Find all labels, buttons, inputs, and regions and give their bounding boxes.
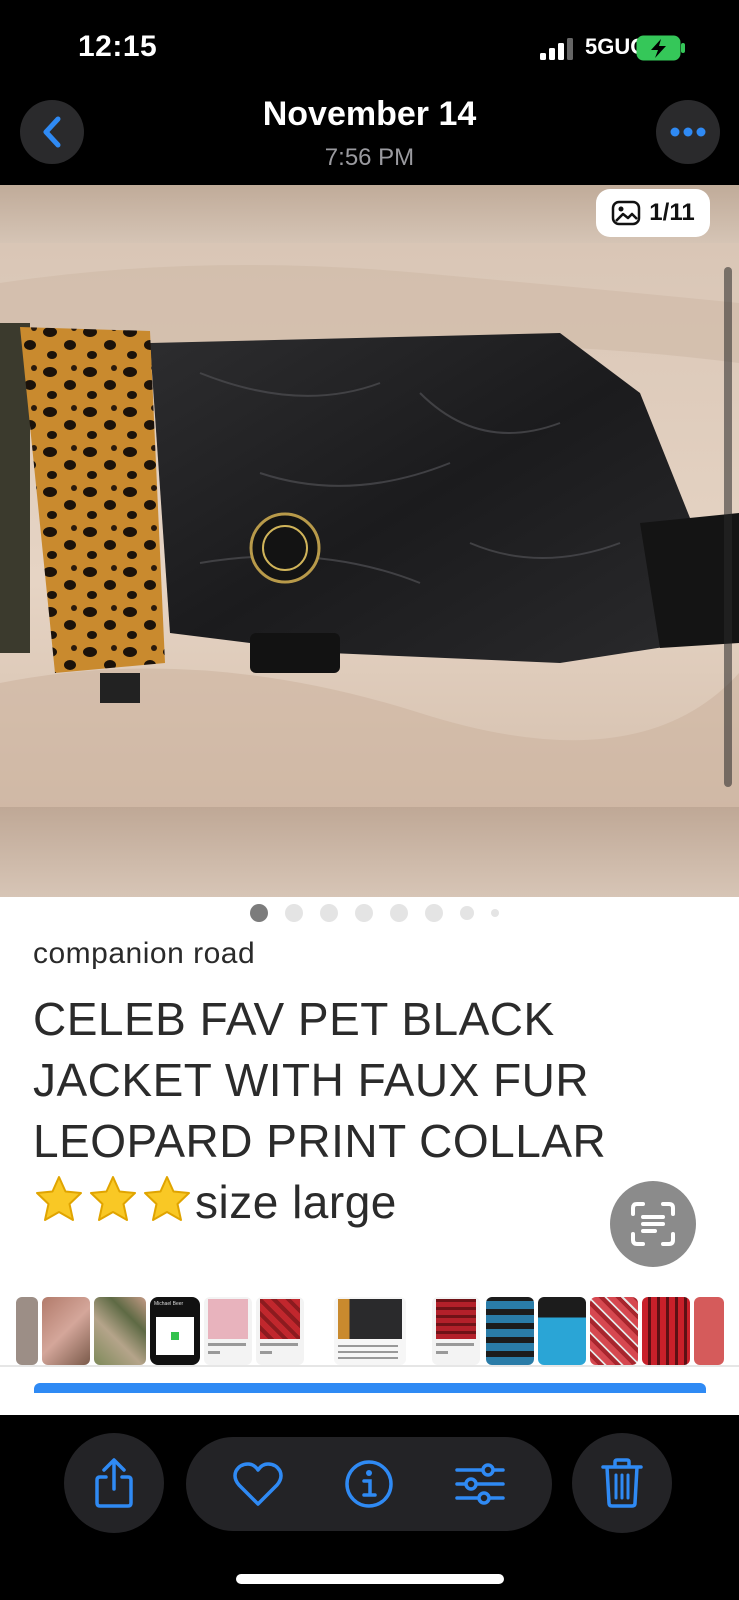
- listing-size: size large: [195, 1176, 397, 1228]
- thumbnail[interactable]: [256, 1297, 304, 1365]
- battery-charging-icon: [636, 35, 685, 61]
- listing-brand: companion road: [33, 937, 256, 970]
- carousel-dot[interactable]: [250, 904, 268, 922]
- adjustments-icon[interactable]: [454, 1462, 506, 1506]
- product-photo: [0, 243, 739, 807]
- photo-counter-badge: 1/11: [596, 189, 710, 237]
- status-time: 12:15: [78, 30, 158, 63]
- action-button-edge[interactable]: [34, 1383, 706, 1393]
- photo-stack-icon: [612, 200, 641, 226]
- user-card-name: Michael Beer: [154, 1301, 184, 1307]
- listing-photo-carousel[interactable]: 1/11: [0, 185, 739, 897]
- thumbnail[interactable]: [486, 1297, 534, 1365]
- carousel-dot[interactable]: [320, 904, 338, 922]
- thumbnail[interactable]: [334, 1297, 406, 1365]
- heart-icon[interactable]: [232, 1461, 284, 1507]
- carousel-dot[interactable]: [285, 904, 303, 922]
- divider: [0, 1365, 739, 1367]
- star-icon: [90, 1176, 136, 1221]
- share-icon: [95, 1458, 133, 1508]
- photo-actions-pill: [186, 1437, 552, 1531]
- thumbnail[interactable]: [538, 1297, 586, 1365]
- thumbnail[interactable]: [432, 1297, 480, 1365]
- qr-code-icon: [156, 1317, 194, 1355]
- carousel-dot[interactable]: [425, 904, 443, 922]
- carousel-dots[interactable]: [0, 903, 739, 923]
- status-bar: 12:15 5GUC: [0, 0, 739, 90]
- listing-title-block: CELEB FAV PET BLACK JACKET WITH FAUX FUR…: [33, 989, 673, 1233]
- scrollbar[interactable]: [724, 267, 732, 787]
- cellular-signal-icon: [540, 38, 573, 60]
- live-text-button[interactable]: [610, 1181, 696, 1267]
- star-rating: [33, 1174, 193, 1224]
- text-scan-icon: [631, 1202, 675, 1246]
- trash-icon: [601, 1458, 643, 1508]
- thumbnail[interactable]: [42, 1297, 90, 1365]
- header-subtitle: 7:56 PM: [324, 144, 415, 171]
- thumbnail[interactable]: [16, 1297, 38, 1365]
- thumbnail[interactable]: [94, 1297, 146, 1365]
- star-icon: [36, 1176, 82, 1221]
- star-icon: [144, 1176, 190, 1221]
- ellipsis-icon: [670, 127, 706, 137]
- info-icon[interactable]: [344, 1459, 394, 1509]
- thumbnail[interactable]: [204, 1297, 252, 1365]
- carousel-dot[interactable]: [355, 904, 373, 922]
- thumbnail[interactable]: [694, 1297, 724, 1365]
- home-indicator[interactable]: [236, 1574, 504, 1584]
- header-title: November 14: [262, 95, 477, 133]
- carousel-dot[interactable]: [491, 909, 499, 917]
- carousel-dot[interactable]: [460, 906, 474, 920]
- share-button[interactable]: [64, 1433, 164, 1533]
- more-button[interactable]: [656, 100, 720, 164]
- delete-button[interactable]: [572, 1433, 672, 1533]
- thumbnail[interactable]: [642, 1297, 690, 1365]
- photo-blur-bottom: [0, 807, 739, 897]
- carousel-dot[interactable]: [390, 904, 408, 922]
- photo-counter-text: 1/11: [649, 199, 695, 226]
- listing-title: CELEB FAV PET BLACK JACKET WITH FAUX FUR…: [33, 993, 607, 1167]
- thumbnail[interactable]: [590, 1297, 638, 1365]
- thumbnail-strip[interactable]: Michael Beer: [0, 1293, 739, 1373]
- user-card-thumbnail[interactable]: Michael Beer: [150, 1297, 200, 1365]
- photo-viewer-content[interactable]: 1/11 companion road CELEB FAV PET BLACK …: [0, 185, 739, 1415]
- bottom-toolbar: [0, 1415, 739, 1600]
